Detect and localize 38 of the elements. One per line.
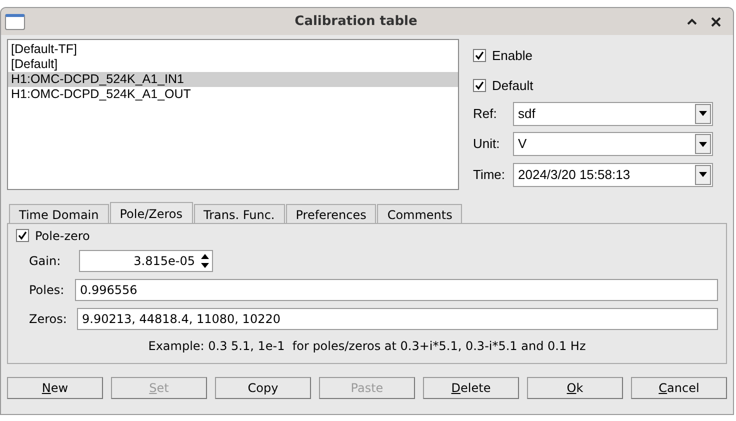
checkbox-label: Enable [492, 47, 532, 66]
field-label: Time: [473, 166, 506, 184]
gain-label: Gain: [29, 253, 62, 270]
collapse-icon[interactable] [687, 18, 697, 25]
poles-field[interactable]: 0.996556 [75, 278, 718, 300]
tab[interactable]: Trans. Func. [194, 204, 285, 223]
dialog-button[interactable]: Delete [423, 377, 519, 399]
poles-label: Poles: [29, 282, 66, 298]
list-item[interactable]: [Default] [8, 57, 458, 72]
dropdown[interactable]: V [513, 132, 713, 156]
list-item[interactable]: H1:OMC-DCPD_524K_A1_OUT [8, 87, 458, 102]
list-item[interactable]: [Default-TF] [8, 42, 458, 57]
field-label: Unit: [473, 135, 501, 154]
tab[interactable]: Comments [377, 204, 462, 223]
tab[interactable]: Preferences [286, 204, 376, 223]
checkbox-label: Pole-zero [35, 228, 90, 244]
tab[interactable]: Pole/Zeros [110, 202, 193, 223]
dialog-button[interactable]: Ok [527, 377, 623, 399]
checkbox[interactable] [473, 78, 486, 92]
dialog-button[interactable]: Copy [215, 377, 311, 399]
checkbox-label: Default [492, 76, 534, 95]
checkbox[interactable] [16, 229, 29, 242]
checkbox[interactable] [473, 49, 486, 62]
close-icon[interactable] [711, 16, 721, 26]
dialog-button[interactable]: New [7, 377, 103, 399]
window-menu-icon[interactable] [5, 14, 25, 30]
field-label: Ref: [473, 104, 498, 123]
list-item[interactable]: H1:OMC-DCPD_524K_A1_IN1 [8, 72, 458, 87]
dialog-button[interactable]: Cancel [631, 377, 727, 399]
tab[interactable]: Time Domain [9, 204, 109, 223]
dropdown[interactable]: 2024/3/20 15:58:13 [513, 162, 713, 187]
zeros-field[interactable]: 9.90213, 44818.4, 11080, 10220 [77, 308, 718, 330]
example-text: Example: 0.3 5.1, 1e-1 for poles/zeros at 0.3+i*5.1, 0.3-i*5.1 and 0.1 Hz [148, 338, 586, 355]
spin-arrows-icon[interactable] [199, 252, 211, 270]
gain-spinbox[interactable]: 3.815e-05 [79, 250, 213, 272]
window-title: Calibration table [294, 12, 418, 31]
zeros-label: Zeros: [29, 310, 68, 328]
dropdown[interactable]: sdf [513, 102, 713, 126]
